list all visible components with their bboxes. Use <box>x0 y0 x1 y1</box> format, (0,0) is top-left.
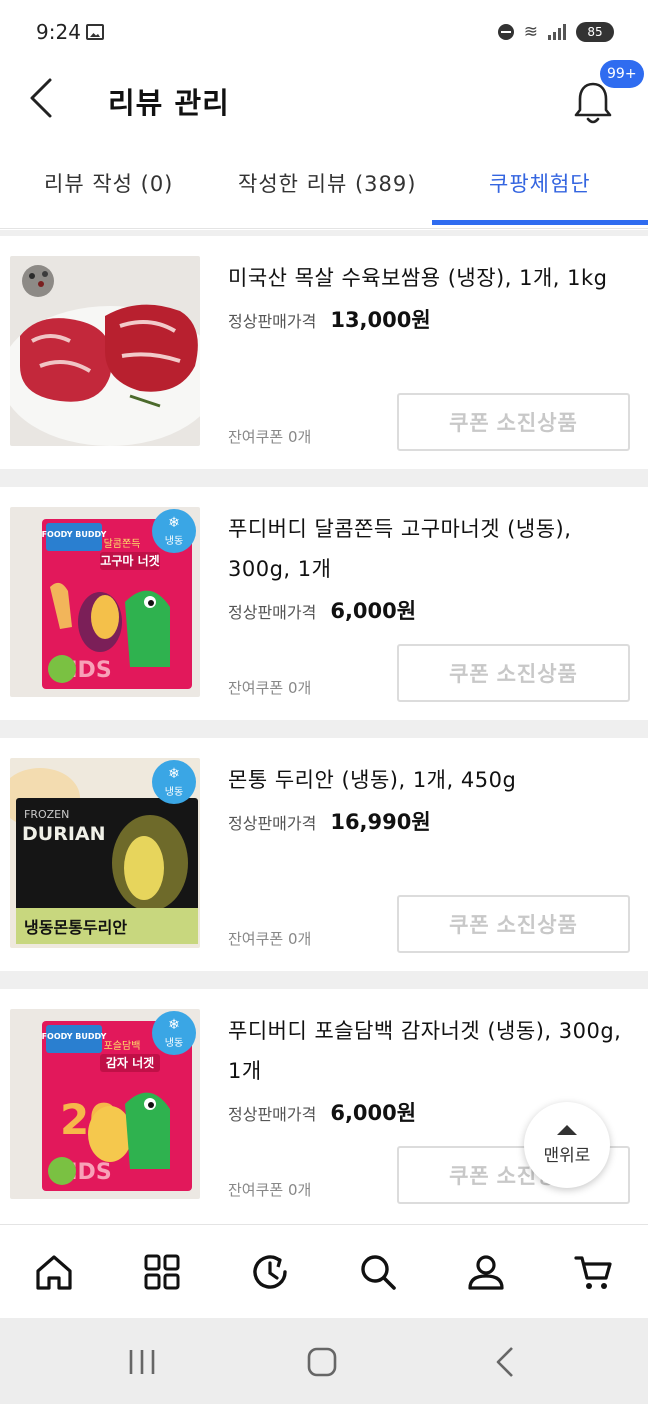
svg-text:DURIAN: DURIAN <box>22 823 106 845</box>
svg-text:FOODY BUDDY: FOODY BUDDY <box>42 1032 107 1041</box>
coupon-sold-out-button[interactable]: 쿠폰 소진상품 <box>397 393 630 451</box>
notification-badge: 99+ <box>600 60 644 88</box>
category-icon <box>144 1254 180 1290</box>
svg-text:포슬담백: 포슬담백 <box>104 1040 141 1052</box>
coupon-sold-out-button[interactable]: 쿠폰 소진상품 <box>397 644 630 702</box>
status-time: 9:24 <box>36 20 81 44</box>
signal-icon <box>548 24 566 40</box>
product-name[interactable]: 몬통 두리안 (냉동), 1개, 450g <box>228 760 638 800</box>
home-icon <box>36 1255 72 1290</box>
user-icon <box>468 1255 504 1290</box>
bottom-navigation <box>0 1224 648 1316</box>
tabs-divider <box>0 228 648 229</box>
chevron-left-icon <box>496 1347 513 1377</box>
gallery-icon <box>86 24 104 40</box>
svg-text:고구마 너겟: 고구마 너겟 <box>100 553 159 568</box>
recent-apps-icon <box>129 1350 155 1374</box>
product-name[interactable]: 푸디버디 달콤쫀득 고구마너겟 (냉동), 300g, 1개 <box>228 509 638 589</box>
back-button[interactable] <box>26 76 66 120</box>
nav-cart[interactable] <box>567 1245 621 1299</box>
header: 리뷰 관리 99+ <box>0 60 648 134</box>
remaining-coupons: 잔여쿠폰 0개 <box>228 1181 312 1199</box>
price-value: 6,000원 <box>330 1101 417 1125</box>
svg-text:❄: ❄ <box>168 766 180 782</box>
price-label: 정상판매가격 <box>228 1105 317 1124</box>
product-name[interactable]: 푸디버디 포슬담백 감자너겟 (냉동), 300g, 1개 <box>228 1011 638 1091</box>
price-value: 13,000원 <box>330 308 431 332</box>
price-label: 정상판매가격 <box>228 814 317 833</box>
recent-icon <box>253 1255 287 1289</box>
divider <box>0 469 648 487</box>
svg-text:FROZEN: FROZEN <box>24 808 69 821</box>
do-not-disturb-icon <box>497 24 514 40</box>
product-image[interactable]: FOODY BUDDY 달콤쫀득 고구마 너겟 ❄ 냉동 KIDS <box>10 507 200 697</box>
divider <box>0 720 648 738</box>
svg-text:냉동: 냉동 <box>165 1037 183 1049</box>
nav-home[interactable] <box>27 1245 81 1299</box>
svg-text:❄: ❄ <box>168 1017 180 1033</box>
battery-icon: 85 <box>576 22 614 42</box>
chevron-left-icon <box>30 78 52 118</box>
svg-text:냉동: 냉동 <box>165 535 183 547</box>
active-tab-indicator <box>432 220 648 225</box>
tab-written-reviews[interactable]: 작성한 리뷰 (389) <box>238 168 416 198</box>
svg-text:냉동몬통두리안: 냉동몬통두리안 <box>24 918 127 937</box>
product-image[interactable] <box>10 256 200 446</box>
coupon-sold-out-button[interactable]: 쿠폰 소진상품 <box>397 895 630 953</box>
nav-recent[interactable] <box>243 1245 297 1299</box>
arrow-up-icon <box>557 1124 577 1135</box>
price-row: 정상판매가격 13,000원 <box>228 304 431 334</box>
product-name[interactable]: 미국산 목살 수육보쌈용 (냉장), 1개, 1kg <box>228 258 638 298</box>
product-image[interactable]: FROZEN DURIAN ❄ 냉동 냉동몬통두리안 <box>10 758 200 948</box>
cart-icon <box>574 1256 612 1289</box>
remaining-coupons: 잔여쿠폰 0개 <box>228 930 312 948</box>
status-bar: 9:24 ≋ 85 <box>0 0 648 66</box>
nav-category[interactable] <box>135 1245 189 1299</box>
price-label: 정상판매가격 <box>228 603 317 622</box>
divider <box>0 971 648 989</box>
remaining-coupons: 잔여쿠폰 0개 <box>228 679 312 697</box>
status-icons: ≋ 85 <box>497 22 614 42</box>
home-system-button[interactable] <box>304 1344 340 1380</box>
wifi-icon: ≋ <box>523 22 538 42</box>
tab-write-review[interactable]: 리뷰 작성 (0) <box>44 168 173 198</box>
home-square-icon <box>307 1347 337 1377</box>
price-value: 6,000원 <box>330 599 417 623</box>
product-image[interactable]: FOODY BUDDY 포슬담백 감자 너겟 ❄ 냉동 20 KIDS <box>10 1009 200 1199</box>
svg-text:감자 너겟: 감자 너겟 <box>106 1055 154 1070</box>
svg-text:냉동: 냉동 <box>165 786 183 798</box>
recent-apps-button[interactable] <box>124 1344 160 1380</box>
svg-text:❄: ❄ <box>168 515 180 531</box>
nav-my-coupang[interactable] <box>459 1245 513 1299</box>
svg-text:달콤쫀득: 달콤쫀득 <box>104 538 141 550</box>
system-back-button[interactable] <box>488 1344 524 1380</box>
list-item: FOODY BUDDY 달콤쫀득 고구마 너겟 ❄ 냉동 KIDS 푸디버디 달… <box>0 487 648 720</box>
search-icon <box>361 1255 396 1290</box>
nav-search[interactable] <box>351 1245 405 1299</box>
price-row: 정상판매가격 16,990원 <box>228 806 431 836</box>
price-value: 16,990원 <box>330 810 431 834</box>
product-list: 미국산 목살 수육보쌈용 (냉장), 1개, 1kg 정상판매가격 13,000… <box>0 230 648 1222</box>
price-row: 정상판매가격 6,000원 <box>228 1097 416 1127</box>
review-tabs: 리뷰 작성 (0) 작성한 리뷰 (389) 쿠팡체험단 <box>0 148 648 230</box>
price-row: 정상판매가격 6,000원 <box>228 595 416 625</box>
system-navigation-bar <box>0 1318 648 1404</box>
remaining-coupons: 잔여쿠폰 0개 <box>228 428 312 446</box>
list-item: FROZEN DURIAN ❄ 냉동 냉동몬통두리안 몬통 두리안 (냉동), … <box>0 738 648 971</box>
scroll-to-top-button[interactable]: 맨위로 <box>524 1102 610 1188</box>
scroll-to-top-label: 맨위로 <box>543 1145 591 1166</box>
list-item: 미국산 목살 수육보쌈용 (냉장), 1개, 1kg 정상판매가격 13,000… <box>0 236 648 469</box>
page-title: 리뷰 관리 <box>108 86 230 120</box>
foody-buddy-logo: FOODY BUDDY <box>42 530 107 539</box>
tab-coupang-trial[interactable]: 쿠팡체험단 <box>489 168 591 198</box>
price-label: 정상판매가격 <box>228 312 317 331</box>
